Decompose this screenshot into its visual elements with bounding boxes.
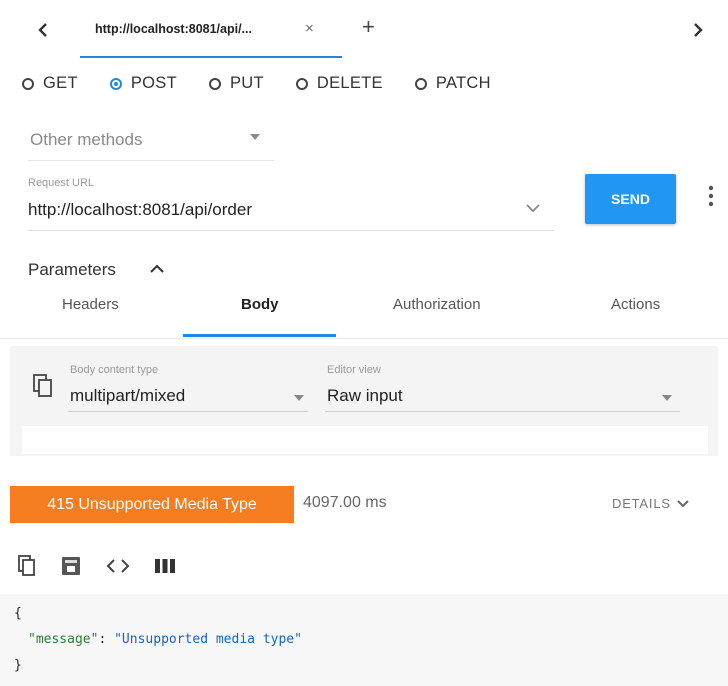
field-underline: [325, 411, 680, 412]
method-radio-group: GET POST PUT DELETE PATCH: [22, 74, 523, 93]
chevron-down-icon[interactable]: [526, 204, 540, 213]
editor-view-caption: Editor view: [327, 364, 381, 376]
method-label: POST: [130, 74, 177, 92]
details-button[interactable]: DETAILS: [612, 496, 689, 511]
method-label: PUT: [229, 74, 264, 92]
method-patch[interactable]: PATCH: [414, 74, 491, 93]
response-body: { "message": "Unsupported media type" }: [0, 594, 728, 686]
method-get[interactable]: GET: [22, 74, 78, 93]
body-panel: Body content type multipart/mixed Editor…: [10, 346, 718, 456]
url-caption: Request URL: [28, 177, 95, 189]
method-label: GET: [43, 74, 78, 92]
tab-body[interactable]: Body: [241, 296, 279, 313]
editor-view-value: Raw input: [327, 386, 403, 405]
chevron-up-icon[interactable]: [150, 264, 164, 273]
response-time: 4097.00 ms: [303, 494, 387, 511]
radio-post[interactable]: [109, 77, 122, 90]
copy-icon[interactable]: [33, 374, 53, 398]
json-close-brace: }: [14, 658, 22, 673]
radio-delete[interactable]: [295, 77, 308, 90]
json-colon: :: [98, 632, 115, 647]
json-open-brace: {: [14, 606, 22, 621]
json-key: "message": [28, 632, 99, 647]
caret-down-icon: [662, 395, 672, 401]
method-delete[interactable]: DELETE: [295, 74, 383, 93]
details-label: DETAILS: [612, 496, 671, 511]
more-vert-icon[interactable]: [708, 185, 714, 207]
method-put[interactable]: PUT: [208, 74, 264, 93]
response-toolbar: [18, 555, 200, 577]
content-type-caption: Body content type: [70, 364, 159, 376]
copy-icon[interactable]: [18, 555, 36, 577]
method-label: DELETE: [316, 74, 383, 92]
json-line: "message": "Unsupported media type": [28, 632, 302, 647]
editor-view-select[interactable]: Editor view Raw input: [325, 364, 680, 412]
code-icon[interactable]: [106, 558, 130, 574]
request-url-value: http://localhost:8081/api/order: [28, 200, 252, 219]
parameters-title: Parameters: [28, 260, 116, 279]
plus-icon[interactable]: +: [362, 16, 375, 38]
request-url-input[interactable]: http://localhost:8081/api/order: [28, 196, 554, 231]
status-badge: 415 Unsupported Media Type: [10, 486, 294, 523]
content-type-value: multipart/mixed: [70, 386, 186, 405]
parameter-tabs: Headers Body Authorization Actions: [0, 286, 728, 339]
radio-patch[interactable]: [414, 77, 427, 90]
method-post[interactable]: POST: [109, 74, 177, 93]
method-label: PATCH: [435, 74, 491, 92]
other-methods-label: Other methods: [30, 130, 143, 149]
tab-bar: http://localhost:8081/api/... × +: [0, 0, 728, 60]
tab-actions[interactable]: Actions: [611, 296, 660, 313]
radio-get[interactable]: [22, 77, 34, 90]
tab-title: http://localhost:8081/api/...: [95, 22, 252, 36]
tab-authorization[interactable]: Authorization: [393, 296, 481, 313]
caret-down-icon: [250, 134, 260, 140]
close-icon[interactable]: ×: [305, 20, 314, 37]
save-icon[interactable]: [61, 556, 81, 576]
tab-headers[interactable]: Headers: [62, 296, 119, 313]
radio-put[interactable]: [208, 77, 221, 90]
columns-icon[interactable]: [155, 558, 175, 574]
caret-down-icon: [294, 395, 304, 401]
tab-active-indicator: [80, 56, 342, 58]
active-tab-indicator: [183, 334, 336, 337]
send-button[interactable]: SEND: [585, 174, 676, 224]
chevron-left-icon[interactable]: [31, 18, 55, 42]
other-methods-select[interactable]: Other methods: [28, 124, 274, 161]
body-content-type-select[interactable]: Body content type multipart/mixed: [68, 364, 308, 412]
raw-body-editor[interactable]: [22, 426, 708, 454]
field-underline: [68, 411, 308, 412]
request-tab[interactable]: http://localhost:8081/api/... ×: [80, 8, 342, 58]
json-value: "Unsupported media type": [114, 632, 302, 647]
chevron-down-icon: [677, 499, 689, 508]
chevron-right-icon[interactable]: [686, 18, 710, 42]
